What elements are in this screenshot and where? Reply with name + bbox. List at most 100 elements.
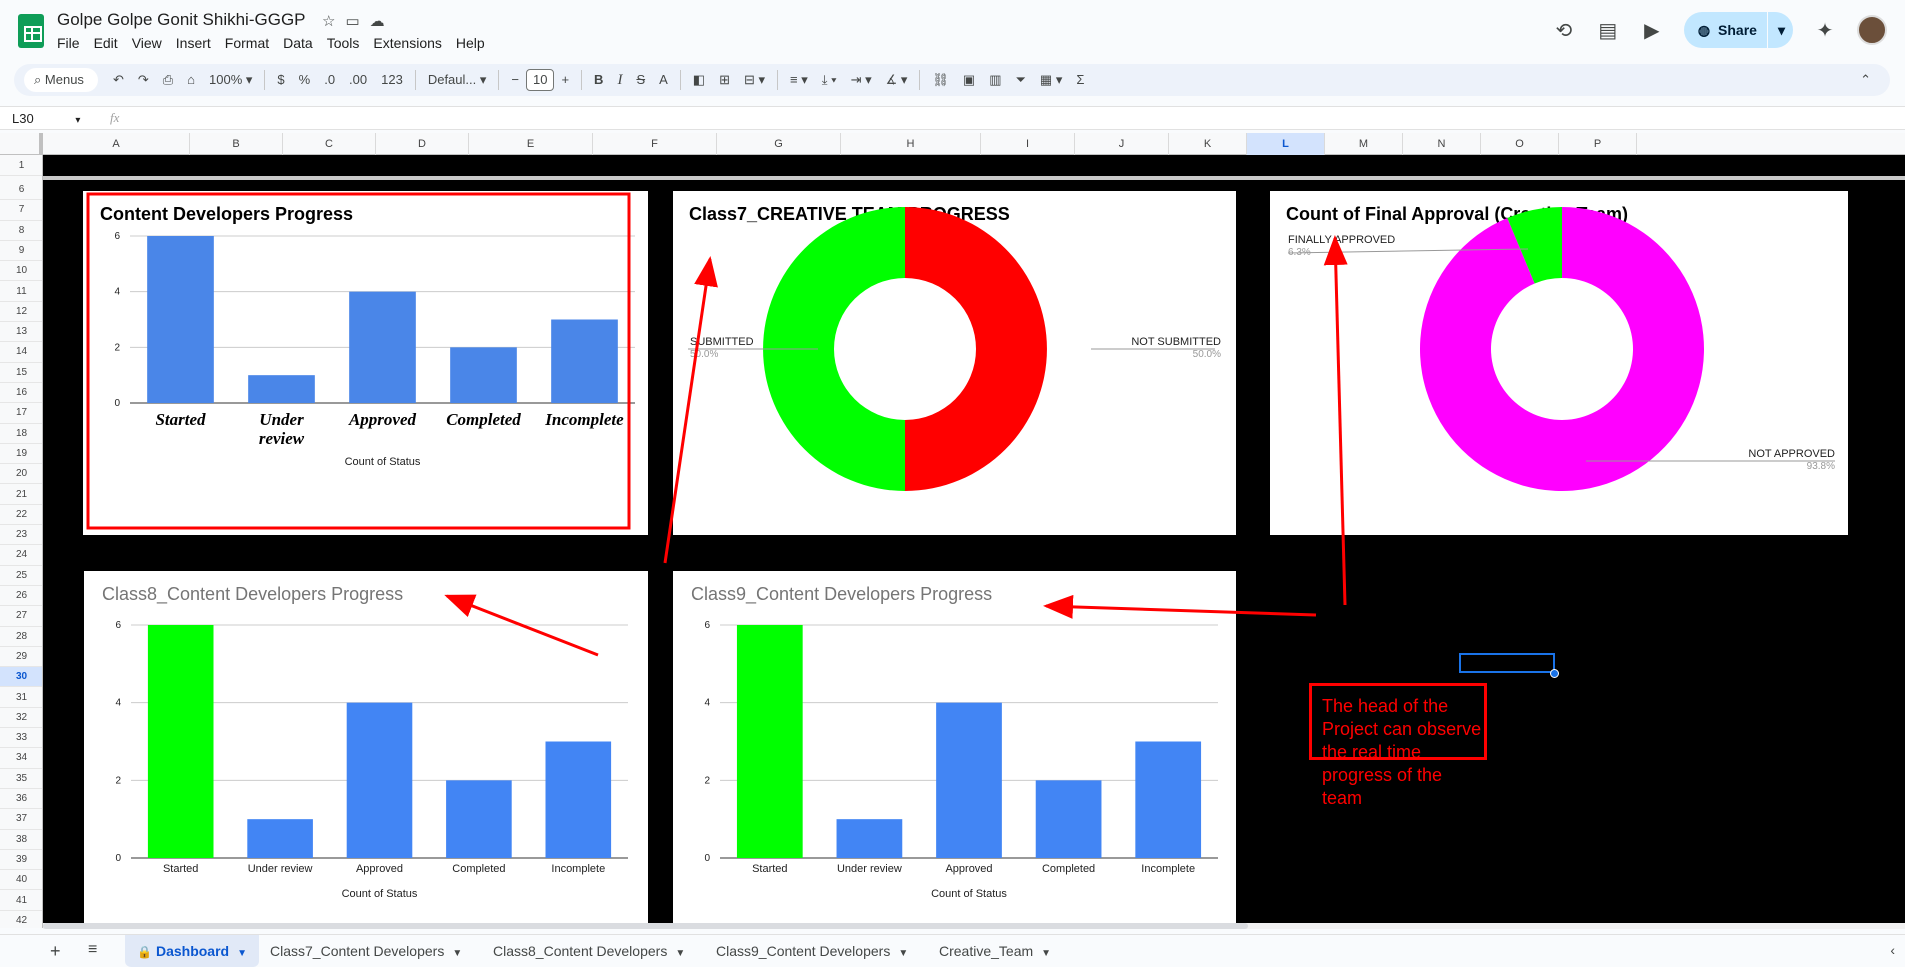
text-wrapping-icon[interactable]: ⇥ ▾ xyxy=(844,64,879,96)
column-header-N[interactable]: N xyxy=(1403,133,1481,155)
column-header-B[interactable]: B xyxy=(190,133,283,155)
tab-dashboard[interactable]: 🔒 Dashboard ▼ xyxy=(125,935,259,967)
chevron-down-icon[interactable]: ▼ xyxy=(237,948,247,959)
redo-icon[interactable]: ↷ xyxy=(131,64,156,96)
bar-completed[interactable] xyxy=(1035,780,1102,858)
row-header-34[interactable]: 34 xyxy=(0,748,42,769)
chart-class7-creative-team-progress[interactable]: Class7_CREATIVE TEAM PROGRESS NOT SUBMITT… xyxy=(673,191,1236,535)
row-header-25[interactable]: 25 xyxy=(0,566,42,586)
column-header-D[interactable]: D xyxy=(376,133,469,155)
text-rotation-icon[interactable]: ∡ ▾ xyxy=(879,64,915,96)
row-header-11[interactable]: 11 xyxy=(0,282,42,302)
menu-format[interactable]: Format xyxy=(218,34,276,52)
star-icon[interactable]: ☆ xyxy=(322,12,335,30)
row-header-12[interactable]: 12 xyxy=(0,302,42,323)
menu-help[interactable]: Help xyxy=(449,34,492,52)
version-history-icon[interactable]: ⟲ xyxy=(1552,18,1576,43)
chevron-down-icon[interactable]: ▼ xyxy=(452,948,462,959)
avatar[interactable] xyxy=(1857,15,1887,45)
column-header-O[interactable]: O xyxy=(1481,133,1559,155)
row-header-28[interactable]: 28 xyxy=(0,627,42,647)
chart-class8-content-developers-progress[interactable]: Class8_Content Developers Progress 0 2 4 6 St… xyxy=(84,571,648,923)
undo-icon[interactable]: ↶ xyxy=(106,64,131,96)
font-select[interactable]: Defaul... ▾ xyxy=(421,64,494,96)
name-box[interactable]: L30 ▾ xyxy=(12,111,92,126)
row-header-23[interactable]: 23 xyxy=(0,525,42,546)
filter-icon[interactable]: ⏷ xyxy=(1009,64,1033,96)
row-header-6[interactable]: 6 xyxy=(0,180,42,201)
column-header-P[interactable]: P xyxy=(1559,133,1637,155)
tab-class8-content-developers[interactable]: Class8_Content Developers ▼ xyxy=(481,935,697,967)
borders-icon[interactable]: ⊞ xyxy=(712,64,737,96)
row-header-41[interactable]: 41 xyxy=(0,891,42,911)
menu-tools[interactable]: Tools xyxy=(320,34,367,52)
font-size-decrease-icon[interactable]: − xyxy=(504,64,526,96)
row-header-37[interactable]: 37 xyxy=(0,809,42,830)
row-header-29[interactable]: 29 xyxy=(0,647,42,668)
row-header-27[interactable]: 27 xyxy=(0,606,42,627)
row-header-14[interactable]: 14 xyxy=(0,342,42,363)
chevron-down-icon[interactable]: ▼ xyxy=(898,948,908,959)
column-header-H[interactable]: H xyxy=(841,133,981,155)
row-header-40[interactable]: 40 xyxy=(0,870,42,891)
column-header-F[interactable]: F xyxy=(593,133,717,155)
gemini-icon[interactable]: ✦ xyxy=(1813,18,1837,43)
move-folder-icon[interactable]: ▭ xyxy=(345,12,359,30)
column-header-K[interactable]: K xyxy=(1169,133,1247,155)
menu-insert[interactable]: Insert xyxy=(169,34,218,52)
insert-link-icon[interactable]: ⛓ xyxy=(925,64,956,96)
document-title[interactable]: Golpe Golpe Gonit Shikhi-GGGP xyxy=(57,10,306,30)
column-header-A[interactable]: A xyxy=(43,133,190,155)
bar-under-review[interactable] xyxy=(248,375,315,403)
insert-chart-icon[interactable]: ▥ xyxy=(982,64,1008,96)
scrollbar-thumb[interactable] xyxy=(43,923,1248,929)
more-formats-button[interactable]: 123 xyxy=(374,64,410,96)
row-header-42[interactable]: 42 xyxy=(0,911,42,928)
fill-color-icon[interactable]: ◧ xyxy=(686,64,712,96)
row-header-39[interactable]: 39 xyxy=(0,850,42,871)
sheets-logo-icon[interactable] xyxy=(18,14,44,48)
tab-creative-team[interactable]: Creative_Team ▼ xyxy=(927,935,1063,967)
strikethrough-button[interactable]: S xyxy=(629,64,652,96)
chart-content-developers-progress[interactable]: Content Developers Progress 0 2 4 6 Started Un… xyxy=(83,191,648,535)
column-header-C[interactable]: C xyxy=(283,133,376,155)
row-header-16[interactable]: 16 xyxy=(0,383,42,404)
chevron-left-icon[interactable]: ‹ xyxy=(1890,942,1895,958)
row-header-1[interactable]: 1 xyxy=(0,155,42,176)
row-header-24[interactable]: 24 xyxy=(0,545,42,566)
select-all-corner[interactable] xyxy=(0,133,43,155)
row-header-31[interactable]: 31 xyxy=(0,688,42,708)
row-header-32[interactable]: 32 xyxy=(0,708,42,729)
tab-class9-content-developers[interactable]: Class9_Content Developers ▼ xyxy=(704,935,920,967)
bar-started[interactable] xyxy=(147,236,214,403)
italic-button[interactable]: I xyxy=(610,64,629,96)
bar-incomplete[interactable] xyxy=(551,319,618,404)
row-header-30[interactable]: 30 xyxy=(0,667,42,688)
paint-format-icon[interactable]: ⌂ xyxy=(180,64,202,96)
row-header-20[interactable]: 20 xyxy=(0,464,42,485)
menu-file[interactable]: File xyxy=(57,34,87,52)
insert-comment-icon[interactable]: ▣ xyxy=(956,64,982,96)
row-header-15[interactable]: 15 xyxy=(0,363,42,383)
share-dropdown-icon[interactable]: ▾ xyxy=(1778,22,1785,39)
row-header-19[interactable]: 19 xyxy=(0,444,42,465)
row-header-33[interactable]: 33 xyxy=(0,728,42,749)
horizontal-scrollbar[interactable] xyxy=(43,923,1905,929)
zoom-select[interactable]: 100% ▾ xyxy=(202,64,259,96)
row-header-36[interactable]: 36 xyxy=(0,789,42,810)
tab-class7-content-developers[interactable]: Class7_Content Developers ▼ xyxy=(258,935,474,967)
bar-completed[interactable] xyxy=(446,780,512,858)
bar-under-review[interactable] xyxy=(247,819,313,858)
row-header-13[interactable]: 13 xyxy=(0,322,42,343)
bar-started[interactable] xyxy=(147,625,214,858)
bar-started[interactable] xyxy=(736,625,803,858)
row-header-26[interactable]: 26 xyxy=(0,586,42,607)
row-header-17[interactable]: 17 xyxy=(0,403,42,424)
chevron-down-icon[interactable]: ▼ xyxy=(675,948,685,959)
column-header-L[interactable]: L xyxy=(1247,133,1325,155)
row-header-35[interactable]: 35 xyxy=(0,769,42,789)
row-header-9[interactable]: 9 xyxy=(0,241,42,262)
menu-edit[interactable]: Edit xyxy=(87,34,125,52)
row-header-18[interactable]: 18 xyxy=(0,424,42,444)
font-size-input[interactable]: 10 xyxy=(525,69,555,91)
